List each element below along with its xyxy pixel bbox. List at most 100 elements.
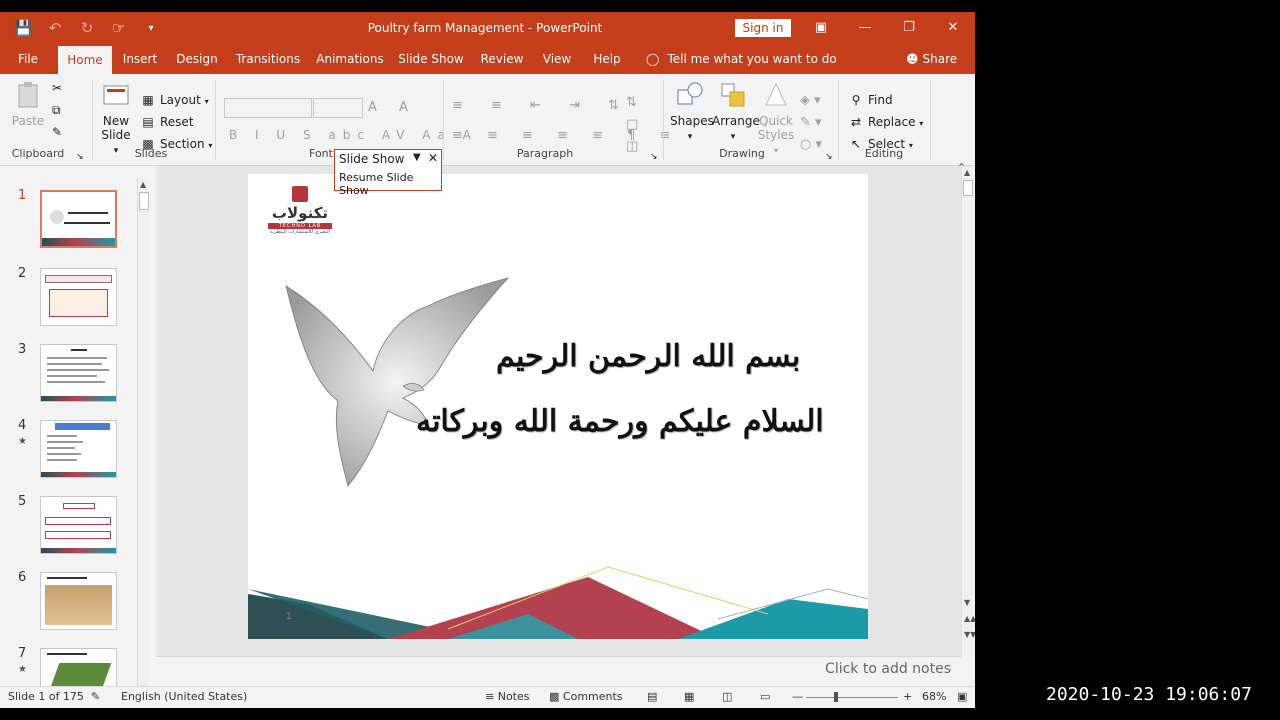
tab-animations[interactable]: Animations <box>314 44 386 74</box>
scrollbar-thumb[interactable] <box>963 180 973 196</box>
comment-icon: ▩ <box>549 690 560 703</box>
tell-me-search[interactable]: ◯ Tell me what you want to do <box>646 44 837 74</box>
slide-scrollbar[interactable]: ▲ ▼ ▲▲ ▼▼ <box>961 166 975 656</box>
tab-home[interactable]: Home <box>58 46 112 74</box>
font-size-combo[interactable] <box>313 98 363 118</box>
person-icon: ☻ <box>906 52 919 66</box>
separator <box>92 80 93 160</box>
customize-qat-icon[interactable]: ▾ <box>142 23 160 34</box>
notes-toggle[interactable]: ≡ Notes <box>485 690 530 703</box>
font-name-combo[interactable] <box>224 98 312 118</box>
dove-image <box>285 277 510 487</box>
text-direction-icons[interactable]: ⇅ □ ◫ <box>626 92 638 158</box>
font-size-icons[interactable]: A A <box>368 100 417 115</box>
paragraph-group-label: Paragraph <box>516 147 574 160</box>
new-slide-button[interactable]: New Slide ▾ <box>98 80 134 156</box>
close-icon[interactable]: ✕ <box>428 151 438 165</box>
scrollbar-thumb[interactable] <box>139 192 149 210</box>
title-bar: 💾 ↶ ↻ ☞ ▾ Poultry farm Management - Powe… <box>0 12 975 44</box>
drawing-group-label: Drawing <box>719 147 765 160</box>
normal-view-icon[interactable]: ▤ <box>647 690 657 703</box>
touch-mode-icon[interactable]: ☞ <box>110 19 128 37</box>
slide-thumbnail[interactable] <box>40 190 117 248</box>
scroll-up-icon[interactable]: ▲ <box>964 168 970 177</box>
shapes-button[interactable]: Shapes ▾ <box>670 80 714 142</box>
slide-title-basmala[interactable]: بسم الله الرحمن الرحيم <box>496 339 800 374</box>
next-slide-icon[interactable]: ▼▼ <box>964 630 975 639</box>
sign-in-button[interactable]: Sign in <box>735 19 791 37</box>
zoom-slider-thumb[interactable] <box>834 692 838 702</box>
share-button[interactable]: ☻ Share <box>906 44 957 74</box>
dialog-launcher-icon[interactable]: ↘ <box>825 147 833 167</box>
copy-icon[interactable]: ⧉ <box>52 100 61 120</box>
undo-icon[interactable]: ↶ <box>46 19 64 37</box>
minimize-icon[interactable]: — <box>843 12 887 44</box>
slide-number: 2 <box>18 266 27 281</box>
current-slide[interactable]: تكنولاب TECHNO LAB البصري للاستشارات الب… <box>248 174 868 639</box>
comments-toggle[interactable]: ▩ Comments <box>549 690 623 703</box>
previous-slide-icon[interactable]: ▲▲ <box>964 614 975 623</box>
slide-count: Slide 1 of 175 <box>8 690 84 703</box>
paste-button[interactable]: Paste <box>10 80 46 128</box>
ribbon-display-icon[interactable]: ▣ <box>799 12 843 44</box>
company-logo: تكنولاب TECHNO LAB البصري للاستشارات الب… <box>268 186 332 238</box>
layout-button[interactable]: ▦ Layout ▾ <box>140 90 208 110</box>
tab-design[interactable]: Design <box>172 44 222 74</box>
arrange-button[interactable]: Arrange ▾ <box>712 80 760 142</box>
popup-title: Slide Show <box>339 152 405 166</box>
tab-transitions[interactable]: Transitions <box>232 44 304 74</box>
restore-icon[interactable]: ❐ <box>887 12 931 44</box>
tab-review[interactable]: Review <box>476 44 528 74</box>
reading-view-icon[interactable]: ◫ <box>722 690 732 703</box>
list-indent-icons[interactable]: ≡ ≡ ⇤ ⇥ ⇅ <box>452 98 631 113</box>
ribbon: Paste ✂ ⧉ ✎ Clipboard ↘ New Slide ▾ ▦ Lay… <box>0 74 975 174</box>
resume-slide-show-button[interactable]: Resume Slide Show <box>339 171 441 197</box>
tab-slide-show[interactable]: Slide Show <box>396 44 466 74</box>
dialog-launcher-icon[interactable]: ↘ <box>76 147 84 167</box>
ribbon-tabs: File Home Insert Design Transitions Anim… <box>0 44 975 74</box>
scroll-up-icon[interactable]: ▲ <box>140 180 146 189</box>
slide-thumbnail[interactable] <box>40 268 117 326</box>
slide-thumbnail[interactable] <box>40 420 117 478</box>
window-title: Poultry farm Management - PowerPoint <box>367 21 603 35</box>
slide-number: 3 <box>18 342 27 357</box>
tab-view[interactable]: View <box>538 44 576 74</box>
scroll-down-icon[interactable]: ▼ <box>964 598 970 607</box>
alignment-icons[interactable]: ≡ ≡ ≡ ≡ ≡ ¶ ≡ <box>452 128 680 143</box>
animation-star-icon: ★ <box>18 664 27 675</box>
reset-button[interactable]: ▤ Reset <box>140 112 193 132</box>
spell-check-icon[interactable]: ✎ <box>91 690 100 703</box>
slideshow-view-icon[interactable]: ▭ <box>760 690 770 703</box>
zoom-out-icon[interactable]: — <box>792 690 803 703</box>
slide-sorter-icon[interactable]: ▦ <box>684 690 694 703</box>
language-indicator[interactable]: English (United States) <box>121 690 247 703</box>
clipboard-icon <box>18 82 38 108</box>
separator <box>443 80 444 160</box>
fit-to-window-icon[interactable]: ▣ <box>957 690 967 703</box>
slide-subtitle-greeting[interactable]: السلام عليكم ورحمة الله وبركاته <box>416 404 824 439</box>
separator <box>930 80 931 160</box>
slide-thumbnail[interactable] <box>40 344 117 402</box>
slide-thumbnail[interactable] <box>40 572 117 630</box>
dialog-launcher-icon[interactable]: ↘ <box>650 147 658 167</box>
format-painter-icon[interactable]: ✎ <box>52 122 62 142</box>
find-button[interactable]: ⚲ Find <box>848 90 893 110</box>
shape-fill-outline-effects-icons[interactable]: ◈ ▾ ✎ ▾ ○ ▾ <box>800 90 822 156</box>
quick-styles-button[interactable]: Quick Styles ▾ <box>756 80 796 156</box>
tab-insert[interactable]: Insert <box>118 44 162 74</box>
dropdown-arrow-icon[interactable]: ▼ <box>413 152 421 163</box>
thumbnails-scrollbar[interactable]: ▲ ▼ <box>137 178 149 698</box>
close-icon[interactable]: ✕ <box>931 12 975 44</box>
save-icon[interactable]: 💾 <box>14 19 33 37</box>
zoom-in-icon[interactable]: + <box>903 690 912 703</box>
replace-button[interactable]: ⇄ Replace ▾ <box>848 112 923 132</box>
zoom-level[interactable]: 68% <box>922 690 946 703</box>
tab-help[interactable]: Help <box>586 44 628 74</box>
separator <box>215 80 216 160</box>
tab-file[interactable]: File <box>8 44 48 74</box>
font-format-icons[interactable]: B I U S abc AV Aa A <box>229 128 478 142</box>
zoom-slider[interactable] <box>806 692 898 702</box>
cut-icon[interactable]: ✂ <box>52 78 62 98</box>
slide-thumbnail[interactable] <box>40 496 117 554</box>
redo-icon[interactable]: ↻ <box>78 19 96 37</box>
